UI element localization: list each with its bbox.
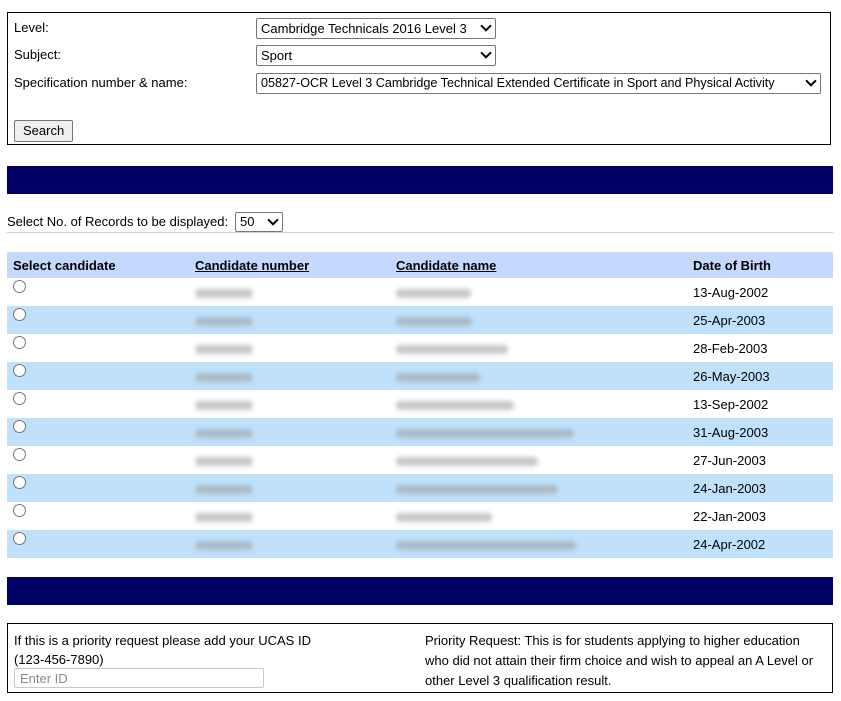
- specification-label: Specification number & name:: [14, 75, 188, 90]
- redacted-candidate-number: [195, 456, 253, 466]
- redacted-candidate-number: [195, 372, 253, 382]
- redacted-candidate-name: [396, 540, 576, 550]
- priority-request-box: If this is a priority request please add…: [7, 623, 833, 693]
- select-candidate-radio[interactable]: [13, 392, 26, 405]
- ucas-prompt: If this is a priority request please add…: [14, 633, 311, 648]
- redacted-candidate-number: [195, 344, 253, 354]
- date-of-birth: 22-Jan-2003: [693, 508, 766, 524]
- table-row: 28-Feb-2003: [7, 334, 833, 362]
- date-of-birth: 24-Jan-2003: [687, 474, 833, 502]
- search-form: Level: Cambridge Technicals 2016 Level 3…: [7, 12, 831, 145]
- date-of-birth: 13-Aug-2002: [693, 284, 769, 300]
- footer-banner: [7, 577, 833, 605]
- priority-request-info: Priority Request: This is for students a…: [425, 633, 814, 688]
- redacted-candidate-name: [396, 484, 558, 494]
- header-date-of-birth: Date of Birth: [687, 252, 833, 278]
- select-candidate-radio[interactable]: [13, 448, 26, 461]
- subject-select-value: Sport: [261, 48, 293, 63]
- level-select-value: Cambridge Technicals 2016 Level 3: [261, 21, 467, 36]
- chevron-down-icon: [267, 214, 279, 226]
- level-label: Level:: [14, 20, 49, 35]
- date-of-birth: 26-May-2003: [687, 362, 833, 390]
- select-candidate-radio[interactable]: [13, 364, 26, 377]
- table-row: 26-May-2003: [7, 362, 833, 390]
- ucas-format-hint: (123-456-7890): [14, 652, 104, 667]
- level-select[interactable]: Cambridge Technicals 2016 Level 3: [256, 18, 496, 39]
- redacted-candidate-number: [195, 512, 253, 522]
- priority-instructions: If this is a priority request please add…: [14, 631, 344, 669]
- candidates-table: Select candidate Candidate number Candid…: [7, 252, 833, 558]
- table-row: 22-Jan-2003: [7, 502, 833, 530]
- date-of-birth: 24-Apr-2002: [687, 530, 833, 558]
- chevron-down-icon: [480, 20, 492, 32]
- redacted-candidate-name: [396, 456, 538, 466]
- select-candidate-radio[interactable]: [13, 280, 26, 293]
- redacted-candidate-number: [195, 316, 253, 326]
- header-banner: [7, 166, 833, 194]
- specification-select[interactable]: 05827-OCR Level 3 Cambridge Technical Ex…: [256, 73, 821, 94]
- select-candidate-radio[interactable]: [13, 336, 26, 349]
- redacted-candidate-number: [195, 400, 253, 410]
- subject-label: Subject:: [14, 47, 61, 62]
- records-select[interactable]: 50: [235, 212, 283, 232]
- redacted-candidate-number: [195, 428, 253, 438]
- table-row: 13-Sep-2002: [7, 390, 833, 418]
- chevron-down-icon: [480, 47, 492, 59]
- redacted-candidate-number: [195, 540, 253, 550]
- date-of-birth: 13-Sep-2002: [693, 396, 769, 412]
- redacted-candidate-name: [396, 372, 480, 382]
- redacted-candidate-name: [396, 344, 508, 354]
- date-of-birth: 28-Feb-2003: [693, 340, 768, 356]
- table-row: 27-Jun-2003: [7, 446, 833, 474]
- table-row: 31-Aug-2003: [7, 418, 833, 446]
- subject-select[interactable]: Sport: [256, 45, 496, 66]
- redacted-candidate-number: [195, 288, 253, 298]
- date-of-birth: 25-Apr-2003: [687, 306, 833, 334]
- table-header-row: Select candidate Candidate number Candid…: [7, 252, 833, 278]
- redacted-candidate-name: [396, 288, 471, 298]
- search-button[interactable]: Search: [14, 120, 74, 142]
- table-row: 24-Apr-2002: [7, 530, 833, 558]
- table-row: 13-Aug-2002: [7, 278, 833, 306]
- date-of-birth: 31-Aug-2003: [687, 418, 833, 446]
- redacted-candidate-name: [396, 428, 574, 438]
- specification-select-value: 05827-OCR Level 3 Cambridge Technical Ex…: [261, 76, 775, 90]
- chevron-down-icon: [805, 75, 817, 87]
- redacted-candidate-name: [396, 512, 492, 522]
- table-row: 24-Jan-2003: [7, 474, 833, 502]
- header-select-candidate: Select candidate: [7, 252, 189, 278]
- select-candidate-radio[interactable]: [13, 476, 26, 489]
- redacted-candidate-name: [396, 316, 472, 326]
- header-candidate-number[interactable]: Candidate number: [189, 252, 390, 278]
- table-row: 25-Apr-2003: [7, 306, 833, 334]
- date-of-birth: 27-Jun-2003: [693, 452, 766, 468]
- select-candidate-radio[interactable]: [13, 420, 26, 433]
- header-candidate-name[interactable]: Candidate name: [390, 252, 687, 278]
- select-candidate-radio[interactable]: [13, 308, 26, 321]
- records-select-value: 50: [240, 214, 255, 229]
- redacted-candidate-number: [195, 484, 253, 494]
- select-candidate-radio[interactable]: [13, 504, 26, 517]
- candidates-table-body: 13-Aug-2002 25-Apr-2003 28-Feb-2003 26-M…: [7, 278, 833, 558]
- records-label: Select No. of Records to be displayed:: [7, 214, 229, 229]
- records-per-page: Select No. of Records to be displayed: 5…: [7, 212, 833, 233]
- ucas-id-input[interactable]: [14, 668, 264, 688]
- redacted-candidate-name: [396, 400, 514, 410]
- select-candidate-radio[interactable]: [13, 532, 26, 545]
